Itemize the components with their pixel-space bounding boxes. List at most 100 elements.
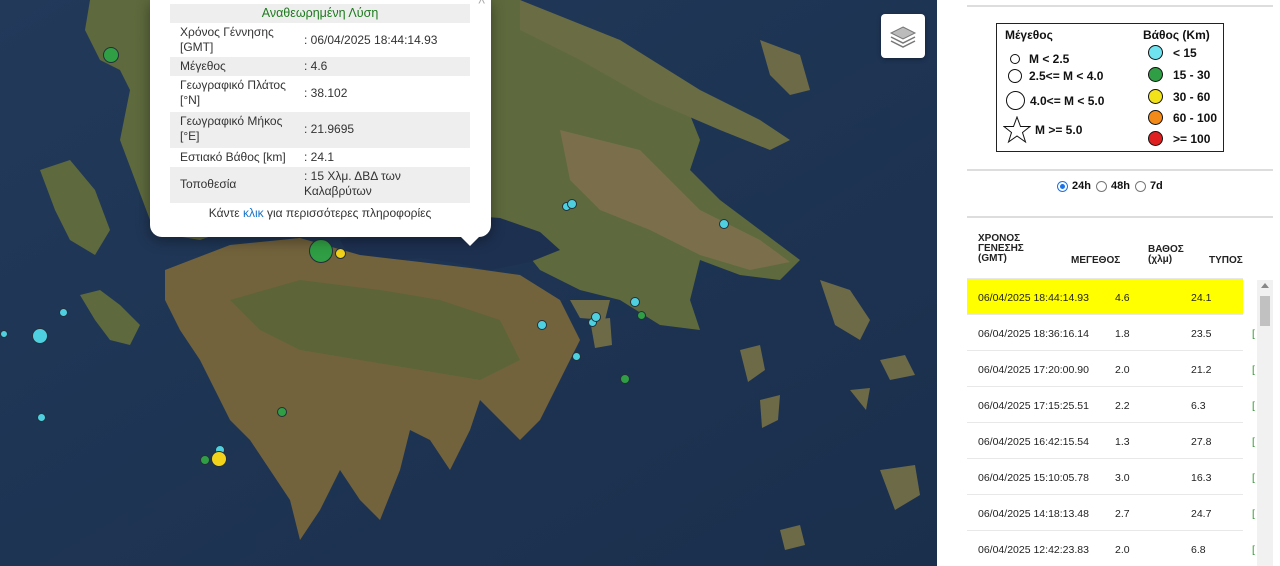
header-type[interactable]: ΤΥΠΟΣ xyxy=(1209,256,1243,266)
popup-tip xyxy=(460,236,480,246)
map-view[interactable]: Αναθεωρημένη Λύση Χρόνος Γέννησης [GMT] … xyxy=(0,0,937,566)
circle-medium-icon xyxy=(1008,69,1022,83)
legend-depth-label: 60 - 100 xyxy=(1173,110,1218,125)
cell-magnitude: 3.0 xyxy=(1115,472,1130,484)
cell-depth: 6.3 xyxy=(1191,400,1206,412)
cell-type: [ xyxy=(1252,400,1255,412)
popup-value: : 15 Χλμ. ΔΒΔ των Καλαβρύτων xyxy=(304,169,401,198)
popup-row-location: Τοποθεσία : 15 Χλμ. ΔΒΔ των Καλαβρύτων xyxy=(170,167,470,203)
cell-time: 06/04/2025 16:42:15.54 xyxy=(978,436,1089,448)
earthquake-marker[interactable] xyxy=(59,308,68,317)
cell-time: 06/04/2025 18:44:14.93 xyxy=(978,292,1089,304)
magnitude-legend: Μέγεθος xyxy=(999,28,1053,42)
popup-label: Χρόνος Γέννησης [GMT] xyxy=(180,25,274,54)
earthquake-marker[interactable] xyxy=(211,451,227,467)
radio-48h[interactable] xyxy=(1095,180,1107,192)
legend-depth-4: 60 - 100 xyxy=(1148,110,1217,125)
earthquake-marker[interactable] xyxy=(572,352,581,361)
earthquake-marker[interactable] xyxy=(103,47,119,63)
earthquake-marker[interactable] xyxy=(37,413,46,422)
radio-24h-label[interactable]: 24h xyxy=(1072,180,1091,192)
earthquake-marker[interactable] xyxy=(537,320,547,330)
divider xyxy=(967,216,1273,218)
earthquake-marker[interactable] xyxy=(32,328,48,344)
cell-type: [ xyxy=(1252,436,1255,448)
cell-type: [ xyxy=(1252,508,1255,520)
circle-small-icon xyxy=(1010,54,1020,64)
popup-close-icon[interactable] xyxy=(478,0,485,10)
more-suffix: για περισσότερες πληροφορίες xyxy=(266,206,432,220)
cell-depth: 21.2 xyxy=(1191,364,1212,376)
header-time[interactable]: ΧΡΟΝΟΣ ΓΕΝΕΣΗΣ (GMT) xyxy=(978,234,1048,264)
earthquake-marker[interactable] xyxy=(0,330,8,338)
cell-depth: 16.3 xyxy=(1191,472,1212,484)
earthquake-marker[interactable] xyxy=(620,374,630,384)
legend-mag-label: M < 2.5 xyxy=(1029,52,1070,66)
popup-more-info: Κάντε κλικ για περισσότερες πληροφορίες xyxy=(170,205,470,222)
earthquake-marker[interactable] xyxy=(335,248,346,259)
earthquake-marker-selected[interactable] xyxy=(309,239,333,263)
circle-large-icon xyxy=(1006,91,1025,110)
more-info-link[interactable]: κλικ xyxy=(243,206,264,220)
header-magnitude[interactable]: ΜΕΓΕΘΟΣ xyxy=(1071,256,1120,266)
scroll-thumb[interactable] xyxy=(1260,296,1270,326)
popup-row-depth: Εστιακό Βάθος [km] : 24.1 xyxy=(170,148,470,167)
table-row[interactable]: 06/04/2025 14:18:13.48 2.7 24.7 [ xyxy=(967,494,1255,531)
layers-icon xyxy=(889,26,917,48)
popup-label: Τοποθεσία xyxy=(180,177,237,191)
legend-depth-label: 30 - 60 xyxy=(1173,89,1211,104)
sidebar: Μέγεθος M < 2.5 2.5<= M < 4.0 4.0<= M < … xyxy=(937,0,1280,566)
table-row[interactable]: 06/04/2025 17:15:25.51 2.2 6.3 [ xyxy=(967,386,1255,423)
popup-label: Γεωγραφικό Πλάτος [°N] xyxy=(180,78,286,107)
header-depth[interactable]: ΒΑΘΟΣ (χλμ) xyxy=(1148,245,1188,265)
popup-value: : 21.9695 xyxy=(304,122,355,136)
radio-24h[interactable] xyxy=(1057,180,1068,192)
scroll-up-arrow-icon[interactable] xyxy=(1261,283,1269,288)
legend-mag-label: 2.5<= M < 4.0 xyxy=(1029,69,1104,83)
cell-time: 06/04/2025 14:18:13.48 xyxy=(978,508,1089,520)
popup-label: Γεωγραφικό Μήκος [°E] xyxy=(180,114,283,143)
radio-48h-label[interactable]: 48h xyxy=(1111,180,1130,192)
table-header: ΧΡΟΝΟΣ ΓΕΝΕΣΗΣ (GMT) ΜΕΓΕΘΟΣ ΒΑΘΟΣ (χλμ)… xyxy=(967,219,1247,277)
cell-magnitude: 2.2 xyxy=(1115,400,1130,412)
earthquake-marker[interactable] xyxy=(200,455,210,465)
legend-mag-3: 4.0<= M < 5.0 xyxy=(1006,91,1104,110)
popup-value: : 06/04/2025 18:44:14.93 xyxy=(304,33,438,47)
earthquake-marker[interactable] xyxy=(630,297,640,307)
table-scrollbar[interactable] xyxy=(1257,280,1273,566)
table-row[interactable]: 06/04/2025 16:42:15.54 1.3 27.8 [ xyxy=(967,422,1255,459)
table-row[interactable]: 06/04/2025 15:10:05.78 3.0 16.3 [ xyxy=(967,458,1255,495)
legend-mag-1: M < 2.5 xyxy=(1010,52,1069,66)
earthquake-marker[interactable] xyxy=(719,219,729,229)
table-row[interactable]: 06/04/2025 18:36:16.14 1.8 23.5 [ xyxy=(967,314,1255,351)
earthquake-marker[interactable] xyxy=(637,311,646,320)
depth-legend-title: Βάθος (Km) xyxy=(1143,28,1210,42)
table-row[interactable]: 06/04/2025 18:44:14.93 4.6 24.1 xyxy=(967,278,1243,315)
legend-depth-label: >= 100 xyxy=(1173,131,1211,146)
table-row[interactable]: 06/04/2025 17:20:00.90 2.0 21.2 [ xyxy=(967,350,1255,387)
layers-button[interactable] xyxy=(881,14,925,58)
cell-magnitude: 1.3 xyxy=(1115,436,1130,448)
table-row[interactable]: 06/04/2025 12:42:23.83 2.0 6.8 [ xyxy=(967,530,1255,566)
depth-color-swatch xyxy=(1148,131,1163,146)
earthquake-marker[interactable] xyxy=(277,407,287,417)
popup-row-latitude: Γεωγραφικό Πλάτος [°N] : 38.102 xyxy=(170,76,470,112)
cell-depth: 27.8 xyxy=(1191,436,1212,448)
cell-time: 06/04/2025 15:10:05.78 xyxy=(978,472,1089,484)
legend: Μέγεθος M < 2.5 2.5<= M < 4.0 4.0<= M < … xyxy=(996,23,1224,152)
cell-depth: 24.1 xyxy=(1191,292,1212,304)
timeframe-selector: 24h 48h 7d xyxy=(1057,180,1163,192)
depth-color-swatch xyxy=(1148,67,1163,82)
star-icon xyxy=(1003,116,1031,144)
cell-type: [ xyxy=(1252,544,1255,556)
depth-legend: Βάθος (Km) xyxy=(1137,28,1210,42)
earthquake-marker[interactable] xyxy=(567,199,577,209)
earthquake-marker[interactable] xyxy=(591,312,601,322)
legend-mag-4: M >= 5.0 xyxy=(1003,116,1082,144)
popup-value: : 24.1 xyxy=(304,150,335,164)
legend-depth-label: < 15 xyxy=(1173,45,1197,60)
radio-7d[interactable] xyxy=(1134,180,1146,192)
radio-7d-label[interactable]: 7d xyxy=(1150,180,1163,192)
popup-row-time: Χρόνος Γέννησης [GMT] : 06/04/2025 18:44… xyxy=(170,23,470,57)
cell-time: 06/04/2025 17:20:00.90 xyxy=(978,364,1089,376)
